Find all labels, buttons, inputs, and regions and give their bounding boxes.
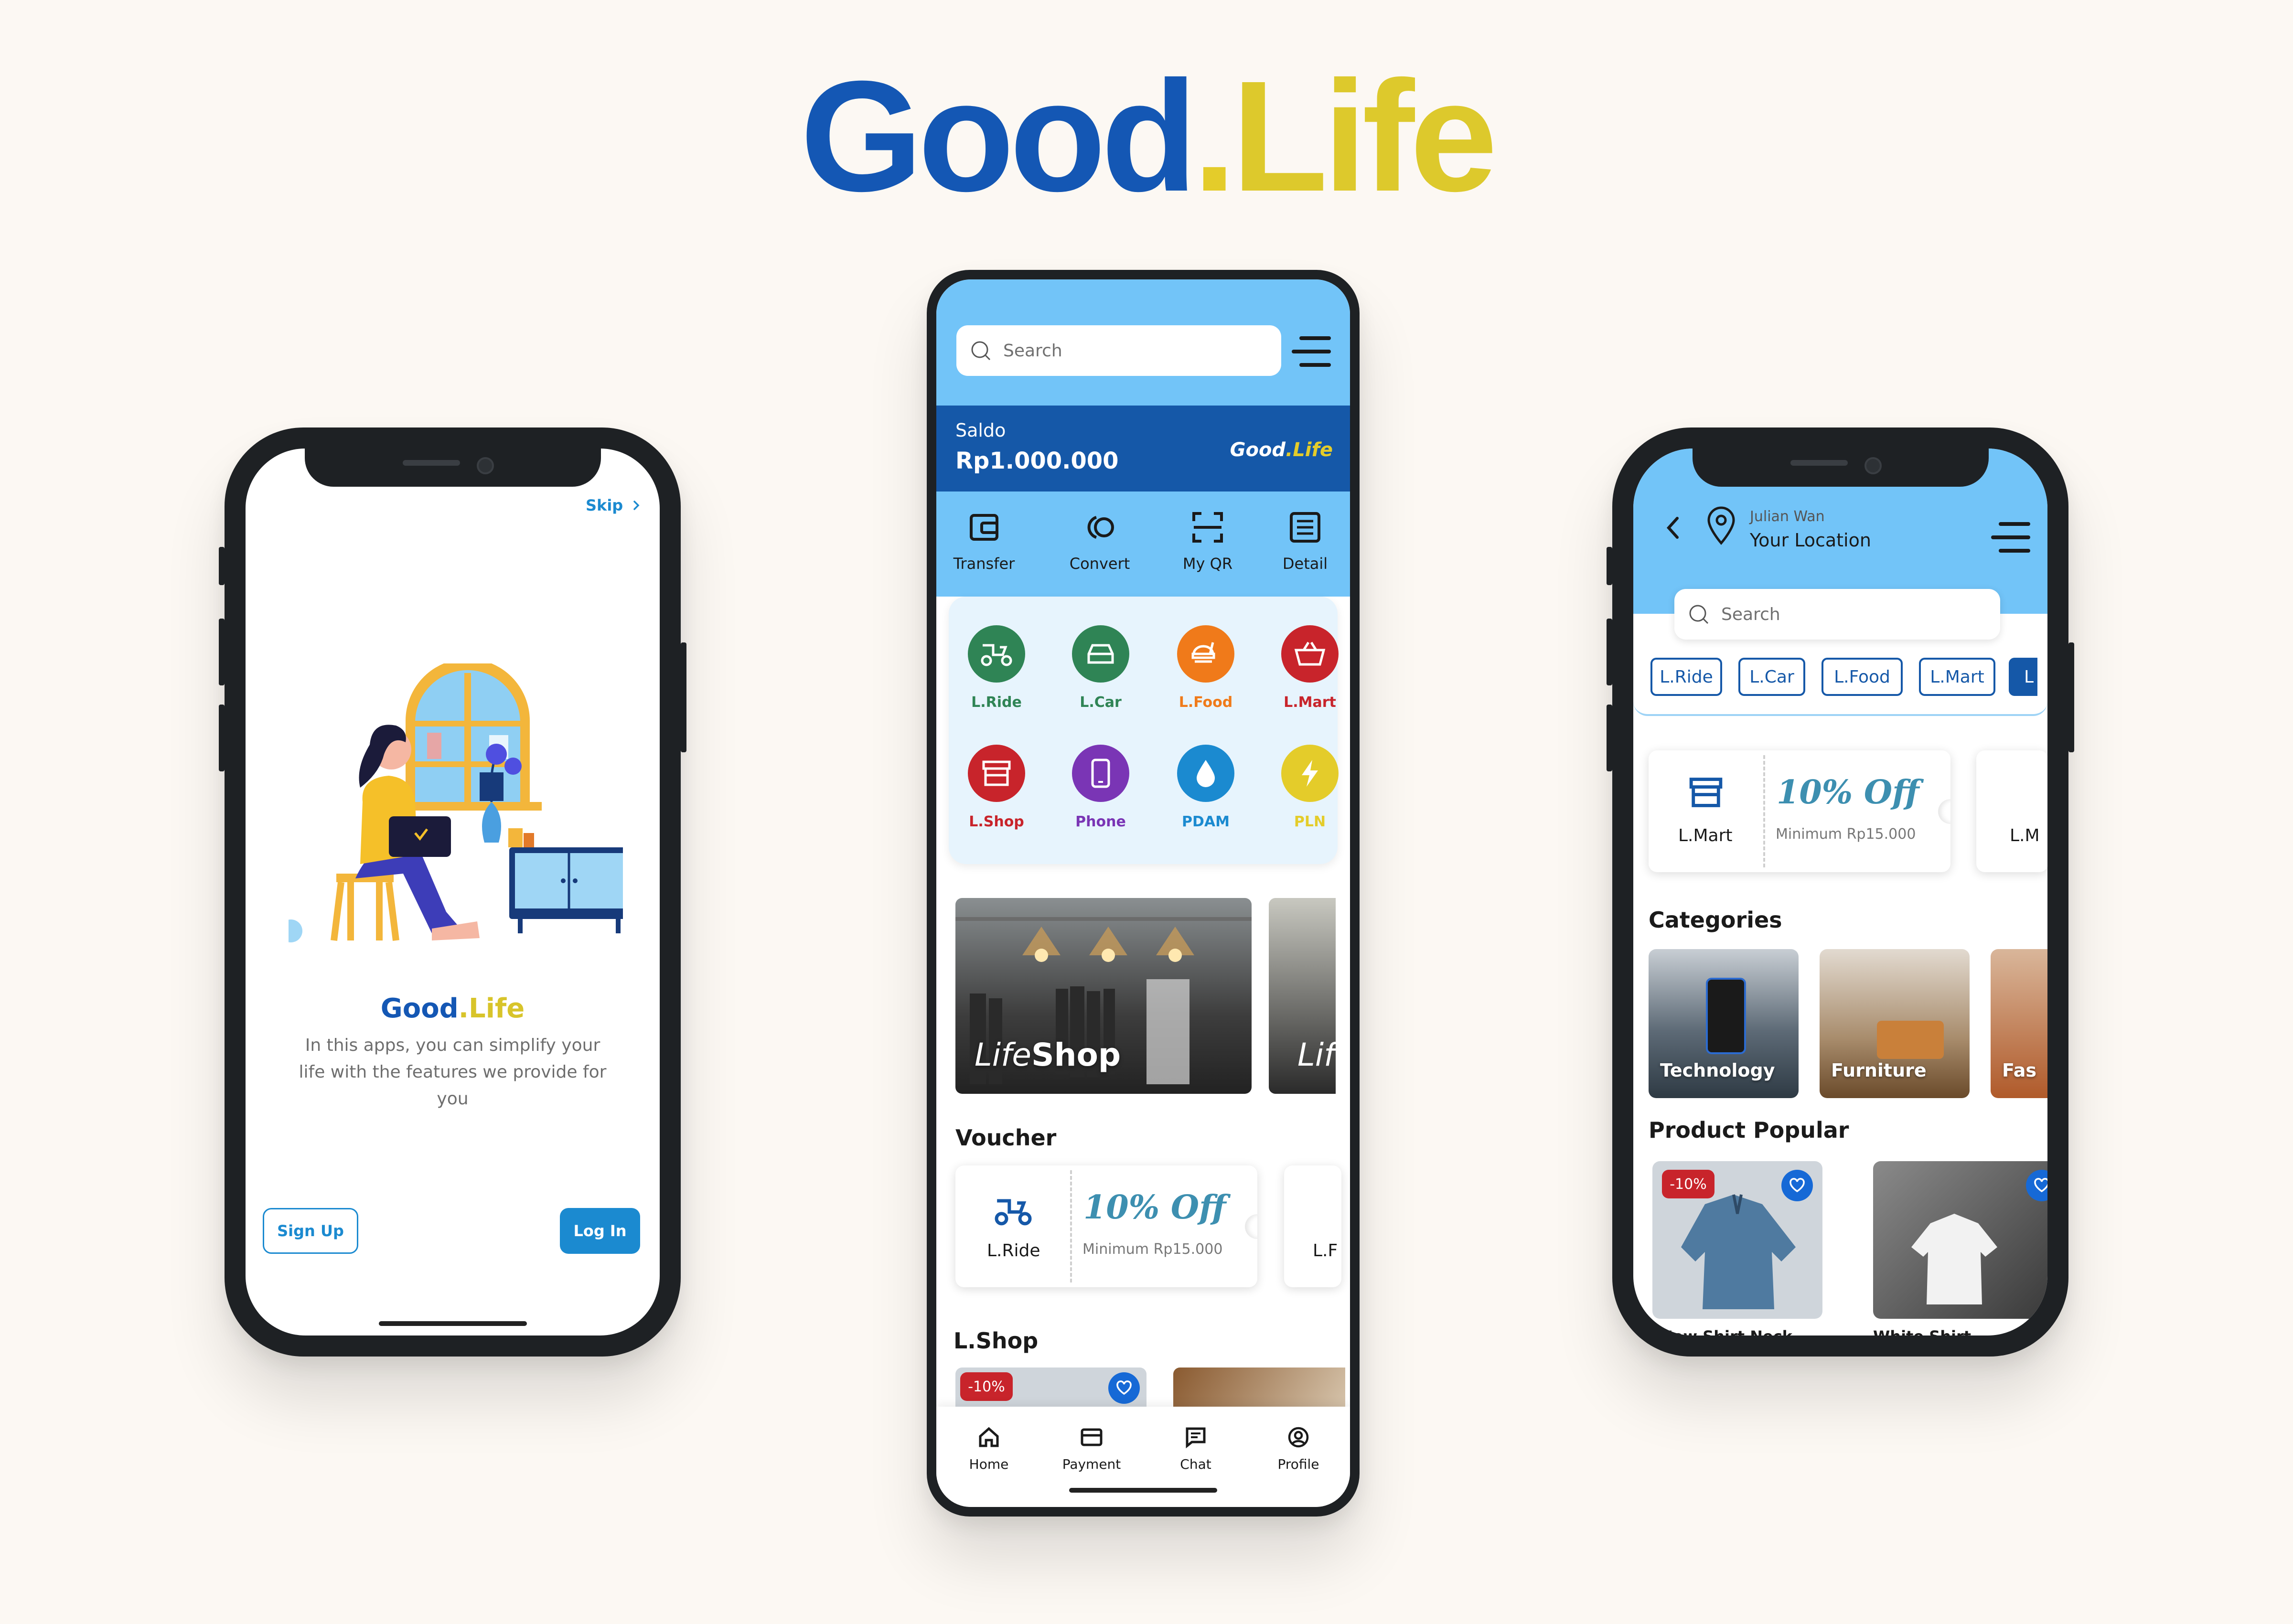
qr-icon xyxy=(1160,511,1255,544)
sign-up-button[interactable]: Sign Up xyxy=(263,1208,358,1254)
onboarding-logo: Good.Life xyxy=(380,993,525,1024)
chevron-right-icon xyxy=(632,500,640,511)
voucher-card[interactable]: L.Ride 10% Off Minimum Rp15.000 xyxy=(955,1165,1257,1287)
voucher-card-2[interactable]: L.M xyxy=(1976,750,2047,872)
chip-more[interactable]: L xyxy=(2009,658,2037,696)
brand-logo: Good.Life xyxy=(800,48,1498,224)
banner-title: LifeShop xyxy=(975,1036,1121,1073)
chip-l-food[interactable]: L.Food xyxy=(1822,658,1903,696)
home-indicator xyxy=(378,1321,527,1326)
chip-l-ride[interactable]: L.Ride xyxy=(1650,658,1722,696)
home-icon xyxy=(946,1426,1032,1449)
service-l-shop[interactable]: L.Shop xyxy=(949,745,1044,830)
nav-payment[interactable]: Payment xyxy=(1049,1426,1135,1472)
chat-icon xyxy=(1153,1426,1239,1449)
water-icon xyxy=(1177,745,1234,802)
scooter-icon xyxy=(992,1194,1035,1228)
action-my-qr[interactable]: My QR xyxy=(1160,511,1255,573)
log-in-button[interactable]: Log In xyxy=(560,1208,640,1254)
search-icon xyxy=(1688,603,1710,625)
profile-icon xyxy=(1255,1426,1341,1449)
voucher-title: Voucher xyxy=(955,1125,1057,1151)
categories-title: Categories xyxy=(1649,907,1782,933)
popular-title: Product Popular xyxy=(1649,1117,1849,1143)
action-transfer[interactable]: Transfer xyxy=(936,511,1032,573)
skip-button[interactable]: Skip xyxy=(586,496,640,514)
food-icon xyxy=(1177,625,1234,683)
service-pln[interactable]: PLN xyxy=(1262,745,1350,830)
phone-onboarding: Skip Good.Life In this apps, you can sim… xyxy=(219,427,686,1357)
heart-icon[interactable] xyxy=(1108,1372,1140,1404)
discount-badge: -10% xyxy=(1662,1170,1714,1198)
user-name: Julian Wan xyxy=(1750,508,1825,525)
product-name: White Shirt xyxy=(1873,1327,1971,1336)
voucher-card-2[interactable]: L.F xyxy=(1284,1165,1341,1287)
life-shop-banner[interactable]: LifeShop xyxy=(955,898,1252,1094)
menu-icon[interactable] xyxy=(1290,334,1333,369)
service-l-ride[interactable]: L.Ride xyxy=(949,625,1044,711)
location-label[interactable]: Your Location xyxy=(1750,530,1871,551)
location-pin-icon xyxy=(1706,506,1736,546)
balance-card: Saldo Rp1.000.000 Good.Life xyxy=(936,406,1350,491)
chip-l-car[interactable]: L.Car xyxy=(1738,658,1805,696)
action-detail[interactable]: Detail xyxy=(1257,511,1350,573)
chip-l-mart[interactable]: L.Mart xyxy=(1919,658,1995,696)
basket-icon xyxy=(1281,625,1339,683)
quick-actions: Transfer Convert My QR Detail xyxy=(936,491,1350,597)
voucher-card[interactable]: L.Mart 10% Off Minimum Rp15.000 xyxy=(1649,750,1950,872)
lshop-title: L.Shop xyxy=(954,1328,1039,1354)
search-input[interactable]: Search xyxy=(956,325,1281,376)
action-convert[interactable]: Convert xyxy=(1052,511,1147,573)
detail-icon xyxy=(1257,511,1350,544)
product-name: New Shirt Neck xyxy=(1660,1327,1792,1336)
car-icon xyxy=(1072,625,1129,683)
bolt-icon xyxy=(1281,745,1339,802)
nav-profile[interactable]: Profile xyxy=(1255,1426,1341,1472)
shop-icon xyxy=(1687,774,1725,811)
balance-brand: Good.Life xyxy=(1230,439,1333,461)
category-fashion[interactable]: Fas xyxy=(1991,949,2047,1098)
product-new-shirt-neck[interactable]: -10% xyxy=(1652,1161,1822,1319)
back-icon[interactable] xyxy=(1666,515,1680,540)
search-icon xyxy=(970,340,992,362)
phone-home: Search Saldo Rp1.000.000 Good.Life Trans… xyxy=(927,270,1360,1517)
saldo-label: Saldo xyxy=(955,420,1006,441)
discount-badge: -10% xyxy=(960,1372,1013,1401)
onboarding-screen: Skip Good.Life In this apps, you can sim… xyxy=(246,449,660,1336)
category-technology[interactable]: Technology xyxy=(1649,949,1799,1098)
phone-icon xyxy=(1072,745,1129,802)
service-l-mart[interactable]: L.Mart xyxy=(1262,625,1350,711)
wallet-icon xyxy=(936,511,1032,544)
shop-icon xyxy=(968,745,1025,802)
service-l-car[interactable]: L.Car xyxy=(1053,625,1148,711)
nav-home[interactable]: Home xyxy=(946,1426,1032,1472)
onboarding-description: In this apps, you can simplify your life… xyxy=(299,1036,607,1109)
scooter-icon xyxy=(968,625,1025,683)
card-icon xyxy=(1049,1426,1135,1449)
home-indicator xyxy=(1069,1488,1217,1493)
home-screen: Search Saldo Rp1.000.000 Good.Life Trans… xyxy=(936,279,1350,1507)
service-l-food[interactable]: L.Food xyxy=(1158,625,1254,711)
category-furniture[interactable]: Furniture xyxy=(1820,949,1970,1098)
saldo-value: Rp1.000.000 xyxy=(955,448,1119,474)
onboarding-illustration xyxy=(289,663,623,960)
search-input[interactable]: Search xyxy=(1674,589,2000,640)
phone-shop: Julian Wan Your Location Search L.Ride L… xyxy=(1607,427,2074,1357)
banner-2[interactable]: Lif xyxy=(1269,898,1336,1094)
menu-icon[interactable] xyxy=(1989,520,2032,555)
product-white-shirt[interactable] xyxy=(1873,1161,2047,1319)
heart-icon[interactable] xyxy=(1781,1170,1813,1201)
convert-icon xyxy=(1052,511,1147,544)
service-phone[interactable]: Phone xyxy=(1053,745,1148,830)
nav-chat[interactable]: Chat xyxy=(1153,1426,1239,1472)
services-grid: L.Ride L.Car L.Food L.Mart L.Shop Phone … xyxy=(949,597,1339,864)
service-pdam[interactable]: PDAM xyxy=(1158,745,1254,830)
shop-screen: Julian Wan Your Location Search L.Ride L… xyxy=(1633,449,2047,1336)
